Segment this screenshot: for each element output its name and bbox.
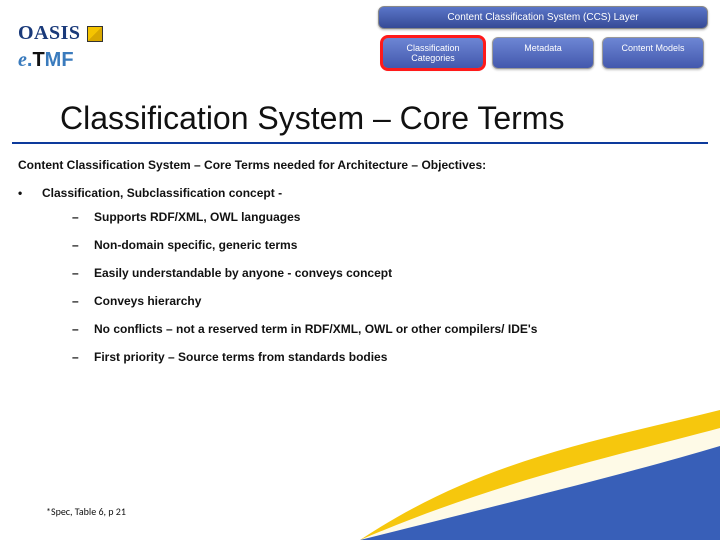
layer-pill-categories: Classification Categories (382, 37, 484, 69)
swoosh-decoration (360, 400, 720, 540)
sub-bullet: – No conflicts – not a reserved term in … (72, 322, 702, 336)
dash-icon: – (72, 294, 82, 308)
dash-icon: – (72, 350, 82, 364)
layer-pill-metadata: Metadata (492, 37, 594, 69)
sub-bullet: – First priority – Source terms from sta… (72, 350, 702, 364)
layer-diagram: Content Classification System (CCS) Laye… (378, 6, 708, 69)
subtitle: Content Classification System – Core Ter… (18, 158, 702, 172)
bullet-main: • Classification, Subclassification conc… (18, 186, 702, 200)
oasis-logo: OASIS (18, 22, 103, 45)
etmf-e: e (18, 49, 27, 71)
etmf-mf: MF (45, 49, 74, 71)
sub-bullet-text: Supports RDF/XML, OWL languages (94, 210, 300, 224)
slide-title: Classification System – Core Terms (60, 100, 564, 137)
etmf-logo: e.TMF (18, 49, 103, 72)
sub-bullet-list: – Supports RDF/XML, OWL languages – Non-… (72, 210, 702, 364)
header: OASIS e.TMF Content Classification Syste… (0, 0, 720, 110)
sub-bullet-text: Non-domain specific, generic terms (94, 238, 297, 252)
etmf-t: T (32, 49, 44, 71)
sub-bullet: – Conveys hierarchy (72, 294, 702, 308)
dash-icon: – (72, 210, 82, 224)
sub-bullet-text: Easily understandable by anyone - convey… (94, 266, 392, 280)
sub-bullet: – Easily understandable by anyone - conv… (72, 266, 702, 280)
sub-bullet-text: No conflicts – not a reserved term in RD… (94, 322, 537, 336)
sub-bullet: – Non-domain specific, generic terms (72, 238, 702, 252)
layer-pill-content-models: Content Models (602, 37, 704, 69)
oasis-mark-icon (87, 26, 103, 42)
bullet-dot-icon: • (18, 186, 24, 200)
sub-bullet: – Supports RDF/XML, OWL languages (72, 210, 702, 224)
footnote: *Spec, Table 6, p 21 (46, 505, 126, 518)
dash-icon: – (72, 322, 82, 336)
title-underline (12, 142, 708, 144)
logo-block: OASIS e.TMF (18, 22, 103, 72)
dash-icon: – (72, 266, 82, 280)
sub-bullet-text: First priority – Source terms from stand… (94, 350, 387, 364)
sub-bullet-text: Conveys hierarchy (94, 294, 201, 308)
body: Content Classification System – Core Ter… (18, 158, 702, 378)
layer-top-box: Content Classification System (CCS) Laye… (378, 6, 708, 29)
bullet-main-text: Classification, Subclassification concep… (42, 186, 282, 200)
dash-icon: – (72, 238, 82, 252)
layer-row: Classification Categories Metadata Conte… (378, 37, 708, 69)
oasis-text: OASIS (18, 22, 81, 45)
